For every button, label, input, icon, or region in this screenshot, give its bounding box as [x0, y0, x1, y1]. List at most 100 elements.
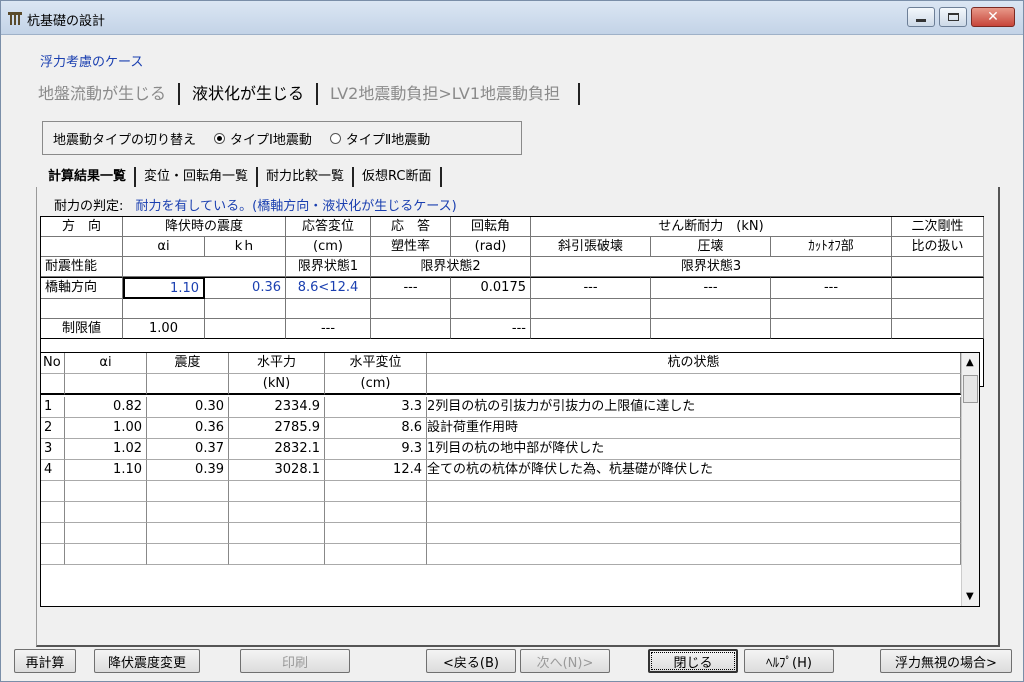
recalc-button[interactable]: 再計算 [14, 649, 76, 673]
hdr-response: 応答変位 [286, 217, 371, 237]
row-k: 0.37 [147, 439, 229, 460]
empty-cell [41, 523, 65, 544]
minimize-icon [916, 18, 926, 22]
ai-input[interactable]: 1.10 [123, 277, 205, 299]
hdr-ai: αi [123, 237, 205, 257]
empty-cell [229, 502, 325, 523]
minimize-button[interactable] [907, 7, 935, 27]
row-state: 設計荷重作用時 [427, 418, 961, 439]
hdr-second: 二次剛性 [892, 217, 984, 237]
tab-ground-flow[interactable]: 地盤流動が生じる [26, 83, 181, 105]
row-no: 1 [41, 397, 65, 418]
judgement-label: 耐力の判定: [54, 199, 124, 214]
empty-cell [205, 319, 286, 339]
radio-type1[interactable]: タイプⅠ地震動 [214, 129, 312, 148]
maximize-button[interactable] [939, 7, 967, 27]
empty-cell [65, 523, 147, 544]
row-h: 2785.9 [229, 418, 325, 439]
limit-response: --- [286, 319, 371, 339]
row-label-bridge-axis: 橋軸方向 [41, 277, 123, 299]
hdr-performance: 耐震性能 [41, 257, 123, 277]
empty-cell [892, 277, 984, 299]
empty-cell [229, 481, 325, 502]
row-d: 3.3 [325, 397, 427, 418]
radio-selected-icon [214, 132, 226, 144]
row-no: 4 [41, 460, 65, 481]
hdr-response2: 応 答 [371, 217, 451, 237]
empty-cell [205, 299, 286, 319]
empty-cell [651, 319, 771, 339]
tab-displacement[interactable]: 変位・回転角一覧 [136, 167, 259, 187]
row-k: 0.36 [147, 418, 229, 439]
row-state: 1列目の杭の地中部が降伏した [427, 439, 961, 460]
row-ai: 1.00 [65, 418, 147, 439]
tab-liquefaction[interactable]: 液状化が生じる [180, 83, 319, 105]
empty-cell [427, 481, 961, 502]
results-list: No αi 震度 水平力 水平変位 杭の状態 (kN) (cm) 1 0.82 0.… [40, 352, 980, 607]
close-button[interactable]: 閉じる [648, 649, 738, 673]
empty-cell [41, 374, 65, 395]
scroll-down-icon[interactable]: ▼ [966, 591, 974, 602]
print-button[interactable]: 印刷 [240, 649, 350, 673]
yield-change-button[interactable]: 降伏震度変更 [94, 649, 200, 673]
hdr-yield: 降伏時の震度 [123, 217, 286, 237]
judgement: 耐力の判定: 耐力を有している。(橋軸方向・液状化が生じるケース) [54, 195, 457, 214]
empty-cell [892, 319, 984, 339]
row-k: 0.39 [147, 460, 229, 481]
row-state: 全ての杭の杭体が降伏した為、杭基礎が降伏した [427, 460, 961, 481]
main-window: 杭基礎の設計 ✕ 浮力考慮のケース 地盤流動が生じる 液状化が生じる LV2地震… [0, 0, 1024, 682]
hdr-cutoff: ｶｯﾄｵﾌ部 [771, 237, 892, 257]
col-no: No [41, 353, 65, 374]
row-ai: 1.10 [65, 460, 147, 481]
empty-cell [65, 481, 147, 502]
tab-strength[interactable]: 耐力比較一覧 [258, 167, 355, 187]
scroll-up-icon[interactable]: ▲ [966, 357, 974, 368]
button-bar: 再計算 降伏震度変更 印刷 <戻る(B) 次へ(N)> 閉じる ﾍﾙﾌﾟ(H) … [8, 649, 1018, 677]
col-horizontal-force: 水平力 [229, 353, 325, 374]
cutoff-value: --- [771, 277, 892, 299]
empty-cell [123, 299, 205, 319]
radio-type2-label: タイプⅡ地震動 [345, 132, 431, 148]
empty-cell [892, 299, 984, 319]
ignore-buoyancy-button[interactable]: 浮力無視の場合> [880, 649, 1012, 673]
empty-cell [65, 374, 147, 395]
title-bar: 杭基礎の設計 ✕ [1, 1, 1023, 35]
back-button[interactable]: <戻る(B) [426, 649, 516, 673]
row-ai: 1.02 [65, 439, 147, 460]
window-title: 杭基礎の設計 [27, 14, 106, 29]
rotation-value: 0.0175 [451, 277, 531, 299]
app-icon [8, 12, 22, 25]
next-button[interactable]: 次へ(N)> [520, 649, 610, 673]
empty-cell [325, 502, 427, 523]
compression-value: --- [651, 277, 771, 299]
empty-cell [451, 299, 531, 319]
empty-cell [65, 502, 147, 523]
close-window-button[interactable]: ✕ [971, 7, 1015, 27]
quake-type-label: 地震動タイプの切り替え [53, 132, 197, 148]
row-h: 2832.1 [229, 439, 325, 460]
list-scrollbar[interactable]: ▲ ▼ [961, 353, 979, 606]
hdr-limit-state1: 限界状態1 [286, 257, 371, 277]
radio-type2[interactable]: タイプⅡ地震動 [329, 129, 431, 148]
tab-lv2-load[interactable]: LV2地震動負担>LV1地震動負担 [318, 83, 581, 105]
empty-cell [325, 544, 427, 565]
maximize-icon [947, 13, 959, 21]
row-ai: 0.82 [65, 397, 147, 418]
hdr-limit-state3: 限界状態3 [531, 257, 892, 277]
scroll-thumb[interactable] [963, 375, 978, 403]
empty-cell [147, 374, 229, 395]
tab-results[interactable]: 計算結果一覧 [40, 167, 137, 187]
hdr-direction: 方 向 [41, 217, 123, 237]
empty-cell [229, 544, 325, 565]
empty-cell [325, 523, 427, 544]
empty-cell [65, 544, 147, 565]
empty-cell [427, 374, 961, 395]
tab-rc-section[interactable]: 仮想RC断面 [354, 167, 442, 187]
row-h: 3028.1 [229, 460, 325, 481]
hdr-diagonal: 斜引張破壊 [531, 237, 651, 257]
close-icon: ✕ [987, 9, 999, 25]
outer-tabs: 地盤流動が生じる 液状化が生じる LV2地震動負担>LV1地震動負担 [26, 81, 581, 107]
empty-cell [651, 299, 771, 319]
radio-unselected-icon [329, 132, 341, 144]
help-button[interactable]: ﾍﾙﾌﾟ(H) [744, 649, 834, 673]
